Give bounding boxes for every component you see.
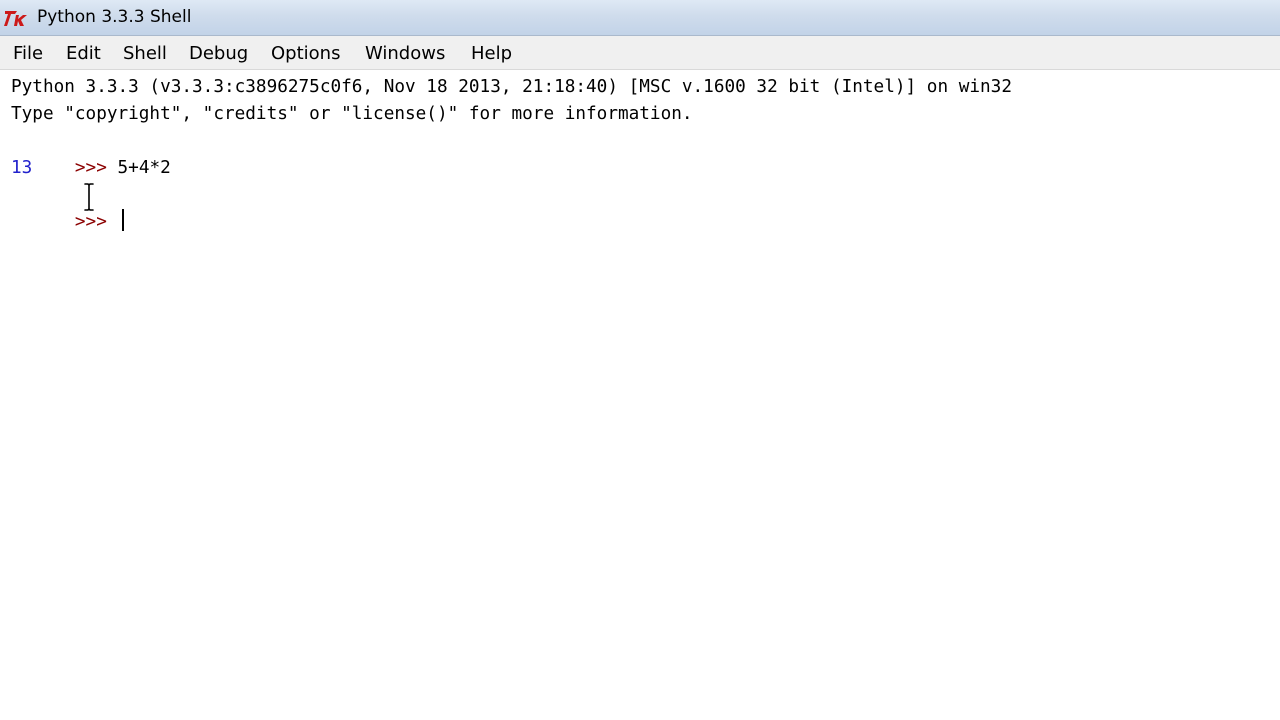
menu-options[interactable]: Options <box>271 43 340 64</box>
menu-help[interactable]: Help <box>471 43 512 64</box>
menu-edit[interactable]: Edit <box>66 43 101 64</box>
current-input-line[interactable]: >>> <box>11 182 124 263</box>
banner-info-line: Type "copyright", "credits" or "license(… <box>11 104 693 124</box>
history-input: 5+4*2 <box>117 158 171 178</box>
python-shell-window: Python 3.3.3 Shell File Edit Shell Debug… <box>0 0 1280 720</box>
window-title: Python 3.3.3 Shell <box>37 7 192 27</box>
text-caret <box>121 209 124 231</box>
menu-windows[interactable]: Windows <box>365 43 445 64</box>
menu-shell[interactable]: Shell <box>123 43 167 64</box>
ibeam-cursor-icon <box>83 182 95 212</box>
menu-debug[interactable]: Debug <box>189 43 248 64</box>
title-bar[interactable]: Python 3.3.3 Shell <box>0 0 1280 36</box>
tk-feather-icon <box>4 11 27 26</box>
menu-file[interactable]: File <box>13 43 43 64</box>
history-output: 13 <box>11 158 33 178</box>
banner-version-line: Python 3.3.3 (v3.3.3:c3896275c0f6, Nov 1… <box>11 77 1012 97</box>
prompt: >>> <box>74 158 118 178</box>
prompt: >>> <box>74 212 118 232</box>
shell-text-area[interactable]: Python 3.3.3 (v3.3.3:c3896275c0f6, Nov 1… <box>0 70 1280 720</box>
menu-bar: File Edit Shell Debug Options Windows He… <box>0 36 1280 70</box>
